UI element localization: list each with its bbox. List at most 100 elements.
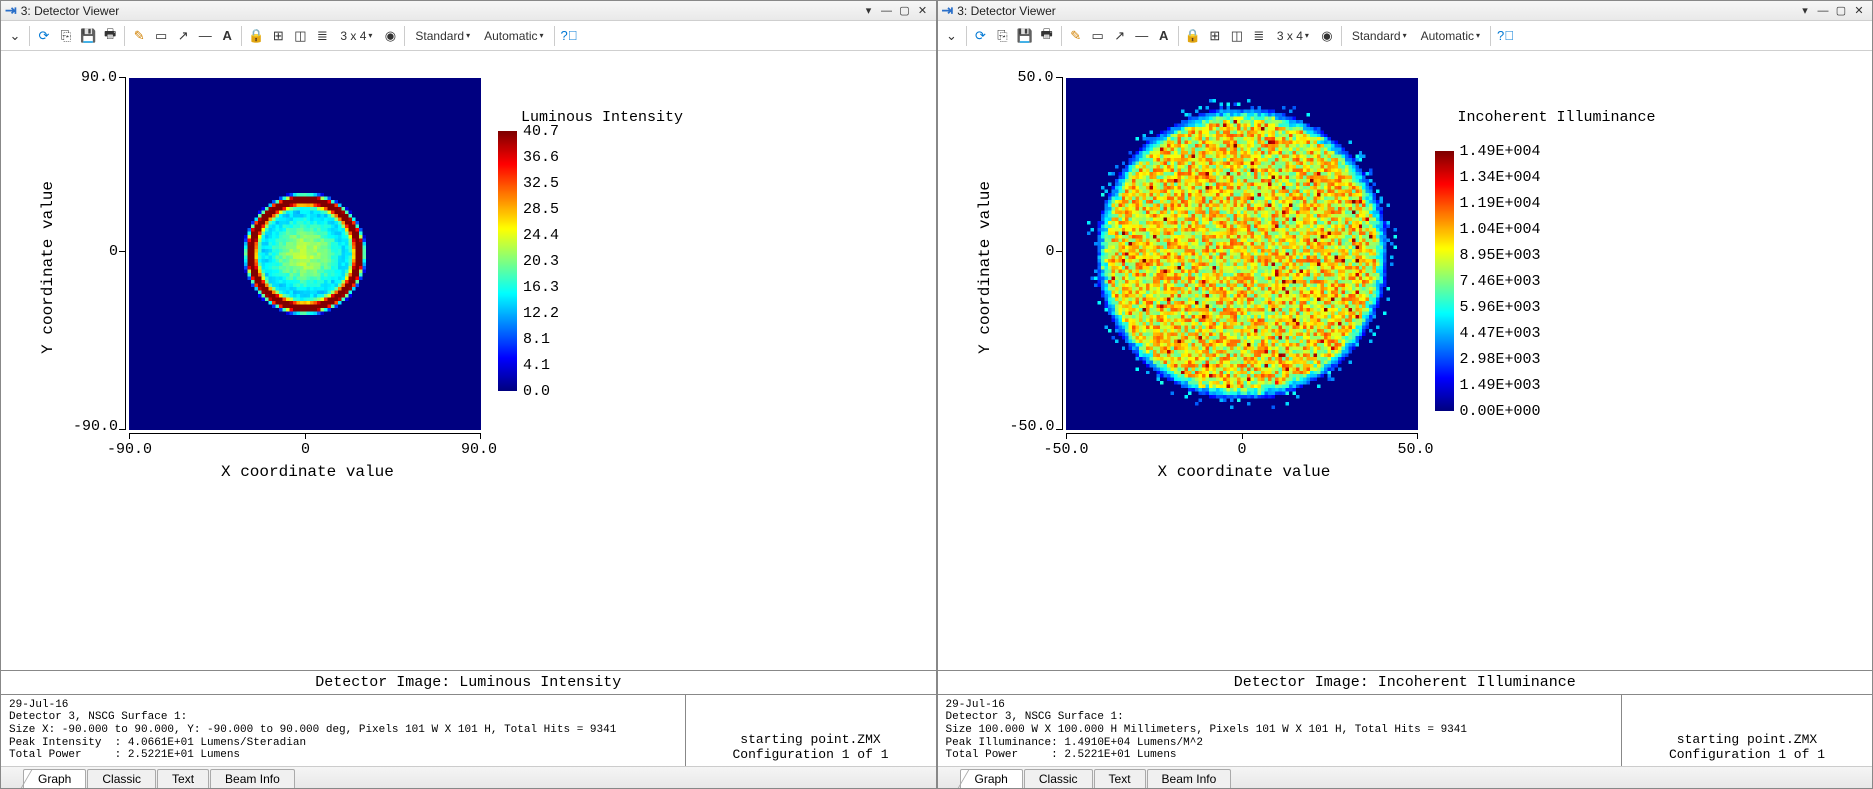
- x-axis-title: X coordinate value: [1158, 463, 1331, 481]
- y-axis-title: Y coordinate value: [976, 181, 994, 354]
- y-tick-label: 0: [109, 243, 118, 260]
- layers-icon[interactable]: ≣: [312, 25, 332, 47]
- mode-dropdown[interactable]: Standard▾: [409, 25, 476, 47]
- tab-beam-info[interactable]: Beam Info: [210, 769, 295, 788]
- info-panel: Detector Image: Luminous Intensity 29-Ju…: [1, 670, 936, 766]
- dropdown-expand-icon[interactable]: ⌄: [942, 25, 962, 47]
- close-button[interactable]: ✕: [1850, 3, 1868, 19]
- dropdown-icon[interactable]: ▾: [860, 3, 878, 19]
- lock-icon[interactable]: 🔒: [1183, 25, 1203, 47]
- print-icon[interactable]: 🖶: [100, 25, 120, 47]
- tab-text[interactable]: Text: [1094, 769, 1146, 788]
- x-tick-label: 50.0: [1398, 441, 1434, 458]
- colorbar-tick-label: 8.95E+003: [1460, 247, 1541, 264]
- colorbar-tick-label: 20.3: [523, 253, 559, 270]
- tab-text[interactable]: Text: [157, 769, 209, 788]
- y-tick-label: 50.0: [1018, 69, 1054, 86]
- lock-icon[interactable]: 🔒: [246, 25, 266, 47]
- grid-size-dropdown[interactable]: 3 x 4▾: [1271, 25, 1315, 47]
- x-tick-label: 0: [1238, 441, 1247, 458]
- arrow-icon[interactable]: ↗: [173, 25, 193, 47]
- minimize-button[interactable]: —: [878, 3, 896, 19]
- colorbar-tick-label: 7.46E+003: [1460, 273, 1541, 290]
- arrow-icon[interactable]: ↗: [1110, 25, 1130, 47]
- plot-area: 50.0 0 -50.0 -50.0 0 50.0 Y coordinate v…: [938, 51, 1873, 670]
- tabstrip: Graph Classic Text Beam Info: [938, 766, 1873, 788]
- tab-classic[interactable]: Classic: [87, 769, 156, 788]
- help-icon[interactable]: ?⃝: [1495, 25, 1516, 47]
- colorbar-tick-label: 32.5: [523, 175, 559, 192]
- window-title: Detector Viewer: [971, 4, 1056, 18]
- copy-icon[interactable]: ⎘: [993, 25, 1013, 47]
- dropdown-icon[interactable]: ▾: [1796, 3, 1814, 19]
- scale-dropdown[interactable]: Automatic▾: [478, 25, 549, 47]
- close-button[interactable]: ✕: [914, 3, 932, 19]
- colorbar-tick-label: 5.96E+003: [1460, 299, 1541, 316]
- line-icon[interactable]: —: [195, 25, 215, 47]
- config-label: Configuration 1 of 1: [1669, 747, 1825, 762]
- config-box: starting point.ZMX Configuration 1 of 1: [1622, 695, 1872, 766]
- colorbar-tick-label: 2.98E+003: [1460, 351, 1541, 368]
- rectangle-icon[interactable]: ▭: [1088, 25, 1108, 47]
- maximize-button[interactable]: ▢: [1832, 3, 1850, 19]
- colorbar-title: Luminous Intensity: [521, 109, 936, 126]
- refresh-icon[interactable]: ⟳: [34, 25, 54, 47]
- file-name: starting point.ZMX: [1677, 732, 1817, 747]
- help-icon[interactable]: ?⃝: [559, 25, 580, 47]
- app-icon: ⇥: [942, 2, 954, 19]
- line-icon[interactable]: —: [1132, 25, 1152, 47]
- maximize-button[interactable]: ▢: [896, 3, 914, 19]
- window-icon[interactable]: ◫: [1227, 25, 1247, 47]
- colorbar-tick-label: 40.7: [523, 123, 559, 140]
- colorbar: [498, 131, 517, 391]
- details-text: 29-Jul-16 Detector 3, NSCG Surface 1: Si…: [938, 695, 1623, 766]
- tab-graph[interactable]: Graph: [23, 769, 86, 788]
- detector-title: Detector Image: Luminous Intensity: [1, 671, 936, 695]
- tab-graph[interactable]: Graph: [960, 769, 1023, 788]
- grid-size-dropdown[interactable]: 3 x 4▾: [334, 25, 378, 47]
- pencil-icon[interactable]: ✎: [129, 25, 149, 47]
- minimize-button[interactable]: —: [1814, 3, 1832, 19]
- layers-icon[interactable]: ≣: [1249, 25, 1269, 47]
- print-icon[interactable]: 🖶: [1037, 25, 1057, 47]
- colorbar-tick-label: 0.00E+000: [1460, 403, 1541, 420]
- y-tick-label: 0: [1046, 243, 1055, 260]
- colorbar-tick-label: 24.4: [523, 227, 559, 244]
- mode-dropdown[interactable]: Standard▾: [1346, 25, 1413, 47]
- app-icon: ⇥: [5, 2, 17, 19]
- target-icon[interactable]: ◉: [380, 25, 400, 47]
- colorbar-tick-label: 1.34E+004: [1460, 169, 1541, 186]
- rectangle-icon[interactable]: ▭: [151, 25, 171, 47]
- tab-beam-info[interactable]: Beam Info: [1147, 769, 1232, 788]
- scale-dropdown[interactable]: Automatic▾: [1415, 25, 1486, 47]
- save-icon[interactable]: 💾: [1015, 25, 1035, 47]
- file-name: starting point.ZMX: [740, 732, 880, 747]
- pencil-icon[interactable]: ✎: [1066, 25, 1086, 47]
- copy-icon[interactable]: ⎘: [56, 25, 76, 47]
- dropdown-expand-icon[interactable]: ⌄: [5, 25, 25, 47]
- colorbar-tick-label: 0.0: [523, 383, 550, 400]
- colorbar-tick-label: 36.6: [523, 149, 559, 166]
- config-label: Configuration 1 of 1: [732, 747, 888, 762]
- target-icon[interactable]: ◉: [1317, 25, 1337, 47]
- window-icon[interactable]: ◫: [290, 25, 310, 47]
- save-icon[interactable]: 💾: [78, 25, 98, 47]
- text-icon[interactable]: A: [217, 25, 237, 47]
- tab-classic[interactable]: Classic: [1024, 769, 1093, 788]
- detector-title: Detector Image: Incoherent Illuminance: [938, 671, 1873, 695]
- zoom-extents-icon[interactable]: ⊞: [1205, 25, 1225, 47]
- colorbar-tick-label: 4.47E+003: [1460, 325, 1541, 342]
- toolbar: ⌄ ⟳ ⎘ 💾 🖶 ✎ ▭ ↗ — A 🔒 ⊞ ◫ ≣ 3 x 4▾ ◉ Sta…: [938, 21, 1873, 51]
- heatmap: [1066, 78, 1418, 430]
- y-axis-line: [125, 77, 126, 430]
- x-tick-label: 90.0: [461, 441, 497, 458]
- colorbar-tick-label: 16.3: [523, 279, 559, 296]
- tabstrip: Graph Classic Text Beam Info: [1, 766, 936, 788]
- window-index: 3:: [21, 4, 31, 18]
- zoom-extents-icon[interactable]: ⊞: [268, 25, 288, 47]
- colorbar-tick-label: 1.19E+004: [1460, 195, 1541, 212]
- text-icon[interactable]: A: [1154, 25, 1174, 47]
- refresh-icon[interactable]: ⟳: [971, 25, 991, 47]
- toolbar: ⌄ ⟳ ⎘ 💾 🖶 ✎ ▭ ↗ — A 🔒 ⊞ ◫ ≣ 3 x 4▾ ◉ Sta…: [1, 21, 936, 51]
- x-tick-label: 0: [301, 441, 310, 458]
